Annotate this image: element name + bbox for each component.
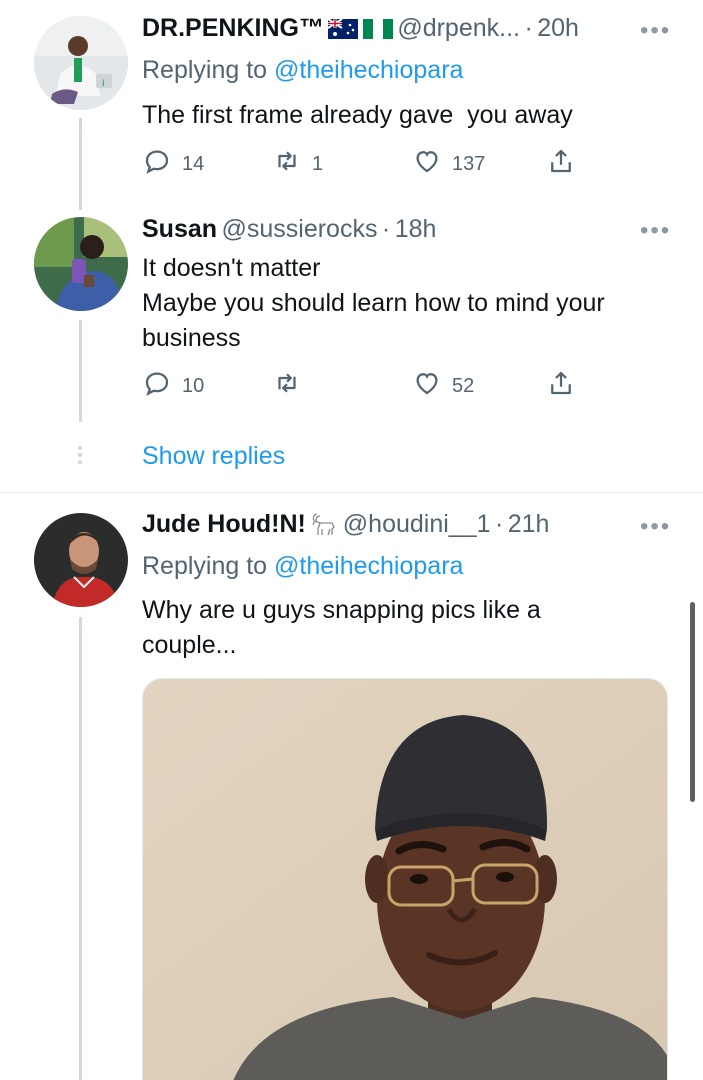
more-options-icon[interactable]: ••• — [640, 219, 671, 243]
display-name[interactable]: DR.PENKING™ — [142, 14, 324, 42]
scrollbar-thumb[interactable] — [690, 602, 695, 802]
retweet-icon — [272, 368, 302, 404]
svg-text:I: I — [102, 78, 105, 88]
display-name[interactable]: Susan — [142, 215, 217, 243]
like-count: 137 — [452, 152, 486, 175]
retweet-icon — [272, 146, 302, 182]
thread-connector — [79, 617, 82, 1080]
like-count: 52 — [452, 374, 475, 397]
avatar-jude[interactable] — [34, 513, 128, 607]
thread-dots-icon — [78, 446, 82, 464]
show-replies-link[interactable]: Show replies — [142, 442, 285, 471]
like-button[interactable]: 137 — [412, 146, 485, 182]
tweet-text: The first frame already gave you away — [142, 101, 573, 129]
handle[interactable]: @sussierocks — [221, 215, 377, 243]
retweet-button[interactable]: 1 — [272, 146, 323, 182]
thread-connector — [79, 320, 82, 422]
thread-connector — [79, 118, 82, 210]
avatar-susan[interactable] — [34, 217, 128, 311]
heart-icon — [412, 146, 442, 182]
timestamp[interactable]: 20h — [537, 14, 579, 42]
tweet-text-line: business — [142, 324, 241, 352]
tweet-media-image[interactable] — [142, 678, 668, 1080]
heart-icon — [412, 368, 442, 404]
more-options-icon[interactable]: ••• — [640, 19, 671, 43]
reply-icon — [142, 368, 172, 404]
tweet-text-line: couple... — [142, 631, 237, 659]
tweet-text: Why are u guys snapping pics like a coup… — [142, 593, 541, 663]
reply-count: 14 — [182, 152, 205, 175]
tweet-header: DR.PENKING™ @drpenk... · 20h — [142, 14, 579, 44]
separator: · — [381, 215, 391, 243]
replying-to: Replying to @theihechiopara — [142, 552, 463, 581]
replying-to: Replying to @theihechiopara — [142, 56, 463, 85]
mention-link[interactable]: @theihechiopara — [274, 56, 463, 84]
reply-icon — [142, 146, 172, 182]
retweet-button[interactable] — [272, 368, 312, 404]
more-options-icon[interactable]: ••• — [640, 515, 671, 539]
share-icon — [546, 146, 576, 182]
reply-button[interactable]: 14 — [142, 146, 204, 182]
tweet-divider — [0, 492, 703, 493]
retweet-count: 1 — [312, 152, 324, 175]
australia-flag-icon — [327, 18, 359, 44]
handle[interactable]: @houdini__1 — [343, 510, 491, 538]
share-button[interactable] — [546, 146, 576, 182]
tweet-text: It doesn't matter Maybe you should learn… — [142, 251, 605, 356]
handle[interactable]: @drpenk... — [397, 14, 520, 42]
avatar-drpenking[interactable]: I — [34, 16, 128, 110]
display-name[interactable]: Jude Houd!N! — [142, 510, 306, 538]
goat-icon — [310, 513, 338, 542]
reply-button[interactable]: 10 — [142, 368, 204, 404]
tweet-text-line: Maybe you should learn how to mind your — [142, 289, 605, 317]
like-button[interactable]: 52 — [412, 368, 474, 404]
nigeria-flag-icon — [362, 19, 393, 44]
mention-link[interactable]: @theihechiopara — [274, 552, 463, 580]
share-icon — [546, 368, 576, 404]
reply-count: 10 — [182, 374, 205, 397]
tweet-header: Jude Houd!N! @houdini__1 · 21h — [142, 510, 549, 542]
tweet-header: Susan @sussierocks · 18h — [142, 215, 436, 244]
replying-prefix: Replying to — [142, 56, 268, 84]
tweet-text-line: Why are u guys snapping pics like a — [142, 596, 541, 624]
timestamp[interactable]: 18h — [395, 215, 437, 243]
timestamp[interactable]: 21h — [508, 510, 550, 538]
tweet-text-line: It doesn't matter — [142, 254, 321, 282]
replying-prefix: Replying to — [142, 552, 268, 580]
share-button[interactable] — [546, 368, 576, 404]
separator: · — [524, 14, 533, 42]
separator: · — [494, 510, 504, 538]
